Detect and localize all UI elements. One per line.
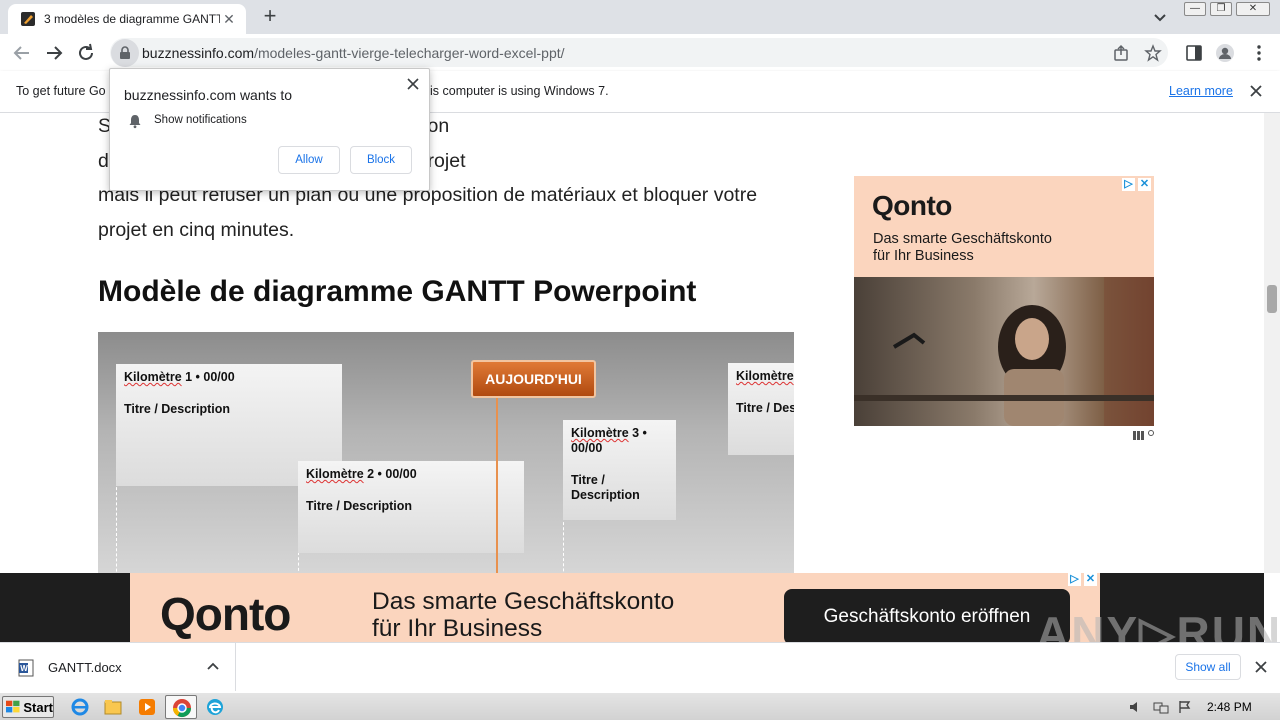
download-shelf-close-icon[interactable] xyxy=(1254,660,1268,674)
infobar-close-icon[interactable] xyxy=(1248,83,1264,99)
block-button[interactable]: Block xyxy=(350,146,412,174)
word-document-icon: W xyxy=(18,659,34,677)
milestone-card: Kilomètre 3 • 00/00 Titre / Description xyxy=(563,420,676,520)
adchoices-icon[interactable]: ▷ xyxy=(1122,178,1135,191)
browser-toolbar: buzznessinfo.com/modeles-gantt-vierge-te… xyxy=(0,34,1280,71)
milestone-dashed-line xyxy=(298,552,299,573)
milestone-card: Kilomètre Titre / Des xyxy=(728,363,794,455)
lock-icon[interactable] xyxy=(111,38,139,67)
taskbar-clock[interactable]: 2:48 PM xyxy=(1207,700,1252,714)
notification-permission-popup: buzznessinfo.com wants to Show notificat… xyxy=(109,68,430,191)
reload-icon[interactable] xyxy=(73,40,99,66)
pencil-favicon-icon xyxy=(21,12,35,26)
file-explorer-icon[interactable] xyxy=(103,697,123,717)
page-scrollbar[interactable] xyxy=(1264,113,1280,573)
forward-icon[interactable] xyxy=(41,40,67,66)
download-shelf: W GANTT.docx Show all xyxy=(0,642,1280,692)
gantt-slide-image: Kilomètre 1 • 00/00 Titre / Description … xyxy=(98,332,794,573)
show-all-button[interactable]: Show all xyxy=(1175,654,1241,680)
section-heading: Modèle de diagramme GANTT Powerpoint xyxy=(98,275,697,308)
today-line xyxy=(496,398,498,573)
bookmark-star-icon[interactable] xyxy=(1144,44,1162,62)
chrome-taskbar-button[interactable] xyxy=(165,695,197,719)
restore-button[interactable]: ❐ xyxy=(1210,2,1232,16)
milestone-dashed-line xyxy=(563,517,564,573)
network-icon[interactable] xyxy=(1153,700,1169,714)
today-marker: AUJOURD'HUI xyxy=(471,360,596,398)
popup-title: buzznessinfo.com wants to xyxy=(124,87,293,103)
share-icon[interactable] xyxy=(1112,44,1130,62)
qonto-ad-right[interactable]: Qonto Das smarte Geschäftskonto für Ihr … xyxy=(854,176,1154,426)
ad-photo-woman-desk xyxy=(854,277,1154,426)
volume-icon[interactable] xyxy=(1128,700,1144,714)
scrollbar-thumb[interactable] xyxy=(1267,285,1277,313)
browser-tab[interactable]: 3 modèles de diagramme GANTT vierges ✕ xyxy=(8,4,246,34)
milestone-dashed-line xyxy=(116,482,117,573)
side-panel-icon[interactable] xyxy=(1184,43,1204,63)
download-item[interactable]: W GANTT.docx xyxy=(0,643,236,691)
ad-logo: Qonto xyxy=(872,190,952,221)
permission-label: Show notifications xyxy=(154,114,247,126)
action-center-flag-icon[interactable] xyxy=(1177,700,1193,714)
start-button[interactable]: Start xyxy=(2,696,54,718)
tab-title: 3 modèles de diagramme GANTT vierges xyxy=(44,12,220,26)
bottom-ad-banner[interactable]: Qonto Das smarte Geschäftskonto für Ihr … xyxy=(130,573,1100,642)
bottom-ad-tagline: Das smarte Geschäftskonto für Ihr Busine… xyxy=(372,588,675,642)
url-text: buzznessinfo.com/modeles-gantt-vierge-te… xyxy=(142,44,565,61)
para-line: projet en cinq minutes. xyxy=(98,218,295,241)
bell-icon xyxy=(129,115,141,129)
popup-close-icon[interactable] xyxy=(406,77,420,91)
chrome-icon xyxy=(173,699,191,718)
learn-more-link[interactable]: Learn more xyxy=(1169,84,1233,98)
milestone-card: Kilomètre 2 • 00/00 Titre / Description xyxy=(298,461,524,553)
edge-icon[interactable] xyxy=(205,697,225,717)
windows-logo-icon xyxy=(6,700,20,713)
tab-strip: 3 modèles de diagramme GANTT vierges ✕ +… xyxy=(0,0,1280,34)
tab-search-chevron-icon[interactable] xyxy=(1150,7,1170,27)
infobar-text-left: To get future Go xyxy=(16,84,106,98)
menu-kebab-icon[interactable] xyxy=(1249,43,1269,63)
media-player-icon[interactable] xyxy=(137,697,157,717)
address-bar[interactable]: buzznessinfo.com/modeles-gantt-vierge-te… xyxy=(110,38,1168,67)
minimize-button[interactable]: — xyxy=(1184,2,1206,16)
chevron-up-icon[interactable] xyxy=(206,660,220,674)
new-tab-button[interactable]: + xyxy=(258,5,282,29)
ad-tagline: Das smarte Geschäftskonto für Ihr Busine… xyxy=(873,231,1052,264)
windows-taskbar: Start 2:48 PM xyxy=(0,692,1280,720)
back-icon[interactable] xyxy=(9,40,35,66)
ad-close-icon[interactable]: ✕ xyxy=(1084,573,1097,586)
open-account-button[interactable]: Geschäftskonto eröffnen xyxy=(784,589,1070,642)
profile-icon[interactable] xyxy=(1215,43,1235,63)
internet-explorer-icon[interactable] xyxy=(70,697,90,717)
tab-close-icon[interactable]: ✕ xyxy=(220,10,238,28)
allow-button[interactable]: Allow xyxy=(278,146,340,174)
ad-network-mark-icon xyxy=(1133,430,1154,440)
adchoices-icon[interactable]: ▷ xyxy=(1068,573,1081,586)
ad-close-icon[interactable]: ✕ xyxy=(1138,178,1151,191)
download-file-name: GANTT.docx xyxy=(48,660,122,675)
close-window-button[interactable]: ✕ xyxy=(1236,2,1270,16)
svg-text:W: W xyxy=(20,664,28,673)
infobar-text-right: is computer is using Windows 7. xyxy=(430,84,609,98)
bottom-ad-logo: Qonto xyxy=(160,588,291,640)
